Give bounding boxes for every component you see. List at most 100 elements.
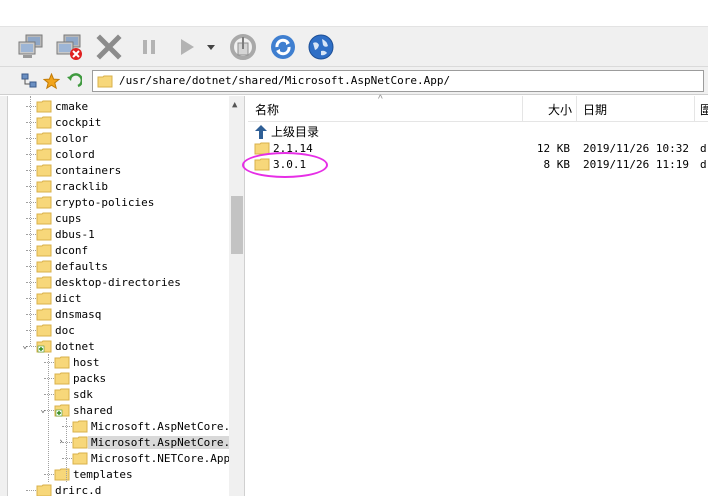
- folder-icon: [36, 292, 52, 305]
- tree-item[interactable]: Microsoft.AspNetCore.Ap: [72, 434, 244, 450]
- tree-item[interactable]: colord: [36, 146, 95, 162]
- tree-item-label: desktop-directories: [55, 275, 181, 289]
- tree-item[interactable]: dnsmasq: [36, 306, 101, 322]
- folder-icon: [36, 308, 52, 321]
- tree-item[interactable]: sdk: [54, 386, 93, 402]
- column-date[interactable]: 日期: [583, 96, 607, 122]
- tree-item-label: crypto-policies: [55, 195, 155, 209]
- tree-item-label: Microsoft.NETCore.App: [91, 451, 231, 465]
- tree-item-label: Microsoft.AspNetCore.Ap: [88, 435, 244, 449]
- folder-icon: [36, 340, 52, 353]
- scroll-thumb[interactable]: [231, 196, 243, 254]
- collapse-icon[interactable]: ⌄: [38, 405, 48, 415]
- computers-connect-icon: [18, 34, 43, 58]
- tree-item[interactable]: cracklib: [36, 178, 108, 194]
- tree-item[interactable]: desktop-directories: [36, 274, 181, 290]
- file-row[interactable]: 2.1.14 12 KB 2019/11/26 10:32 d: [248, 140, 708, 157]
- tree-item-label: drirc.d: [55, 483, 102, 496]
- sync-button[interactable]: [228, 32, 258, 62]
- folder-icon: [36, 260, 52, 273]
- folder-icon: [36, 196, 52, 209]
- tree-scrollbar[interactable]: ▲: [229, 96, 244, 496]
- tree-item[interactable]: containers: [36, 162, 121, 178]
- tree-item-label: cockpit: [55, 115, 102, 129]
- collapse-icon[interactable]: ⌄: [20, 341, 30, 351]
- tree-item[interactable]: drirc.d: [36, 482, 101, 496]
- play-menu-button[interactable]: [204, 32, 218, 62]
- tree-item[interactable]: shared: [54, 402, 113, 418]
- folder-icon: [36, 116, 52, 129]
- web-button[interactable]: [306, 32, 336, 62]
- refresh-button[interactable]: [268, 32, 298, 62]
- folder-icon: [54, 404, 70, 417]
- tree-item[interactable]: color: [36, 130, 88, 146]
- tree-item-label: shared: [73, 403, 113, 417]
- disconnect-button[interactable]: [54, 32, 84, 62]
- path-text: /usr/share/dotnet/shared/Microsoft.AspNe…: [119, 74, 451, 87]
- tree-item[interactable]: dconf: [36, 242, 88, 258]
- path-input[interactable]: /usr/share/dotnet/shared/Microsoft.AspNe…: [92, 70, 704, 92]
- tree-item-label: cracklib: [55, 179, 108, 193]
- column-header: ^ 名称 大小 日期 圍: [248, 94, 708, 122]
- connect-button[interactable]: [16, 32, 46, 62]
- sync-icon: [230, 34, 256, 60]
- globe-icon: [308, 34, 334, 60]
- back-arrow-icon[interactable]: [65, 72, 83, 90]
- column-name[interactable]: 名称: [255, 96, 279, 122]
- toolbar: [0, 27, 708, 67]
- tree-item[interactable]: dict: [36, 290, 82, 306]
- tree-item-label: packs: [73, 371, 107, 385]
- tree-item-label: dict: [55, 291, 82, 305]
- scroll-up-icon[interactable]: ▲: [232, 100, 237, 110]
- close-x-icon: [96, 34, 122, 60]
- sort-arrow-icon: ^: [378, 94, 383, 105]
- tree-item[interactable]: cups: [36, 210, 82, 226]
- tree-item-label: doc: [55, 323, 75, 337]
- column-type[interactable]: 圍: [700, 96, 708, 122]
- title-area: [0, 0, 708, 27]
- tree-item-label: dnsmasq: [55, 307, 102, 321]
- tree-item[interactable]: cmake: [36, 98, 88, 114]
- stop-button[interactable]: [94, 32, 124, 62]
- folder-icon: [36, 132, 52, 145]
- folder-icon: [36, 276, 52, 289]
- dropdown-arrow-icon: [207, 45, 215, 50]
- tree-item-label: templates: [73, 467, 133, 481]
- tree-item[interactable]: doc: [36, 322, 75, 338]
- tree-item[interactable]: packs: [54, 370, 106, 386]
- folder-icon: [97, 73, 113, 92]
- pause-button[interactable]: [134, 32, 164, 62]
- tree-item-label: cups: [55, 211, 82, 225]
- tree-item[interactable]: host: [54, 354, 100, 370]
- tree-item-label: color: [55, 131, 89, 145]
- expand-icon[interactable]: ›: [56, 437, 66, 447]
- tree-item[interactable]: cockpit: [36, 114, 101, 130]
- tree-item-label: dotnet: [55, 339, 95, 353]
- folder-icon: [36, 164, 52, 177]
- tree-item-label: containers: [55, 163, 122, 177]
- folder-icon: [72, 420, 88, 433]
- folder-icon: [36, 324, 52, 337]
- tree-item[interactable]: Microsoft.NETCore.App: [72, 450, 230, 466]
- folder-icon: [36, 484, 52, 496]
- folder-icon: [36, 244, 52, 257]
- folder-tree: cmake cockpit color colord containers crackli…: [0, 96, 245, 496]
- favorite-star-icon[interactable]: [42, 72, 60, 90]
- tree-item[interactable]: defaults: [36, 258, 108, 274]
- column-size[interactable]: 大小: [548, 96, 572, 122]
- tree-item[interactable]: crypto-policies: [36, 194, 154, 210]
- tree-item[interactable]: Microsoft.AspNetCore.Al: [72, 418, 243, 434]
- folder-icon: [36, 228, 52, 241]
- tree-item-label: Microsoft.AspNetCore.Al: [91, 419, 244, 433]
- play-button[interactable]: [172, 32, 202, 62]
- folder-icon: [36, 180, 52, 193]
- parent-directory-row[interactable]: 上级目录: [248, 122, 708, 139]
- network-tree-icon[interactable]: [20, 72, 38, 90]
- folder-icon: [54, 468, 70, 481]
- tree-item[interactable]: dotnet: [36, 338, 95, 354]
- tree-item[interactable]: dbus-1: [36, 226, 95, 242]
- folder-icon: [36, 100, 52, 113]
- tree-item-label: colord: [55, 147, 95, 161]
- tree-item-label: cmake: [55, 99, 89, 113]
- tree-item-label: sdk: [73, 387, 93, 401]
